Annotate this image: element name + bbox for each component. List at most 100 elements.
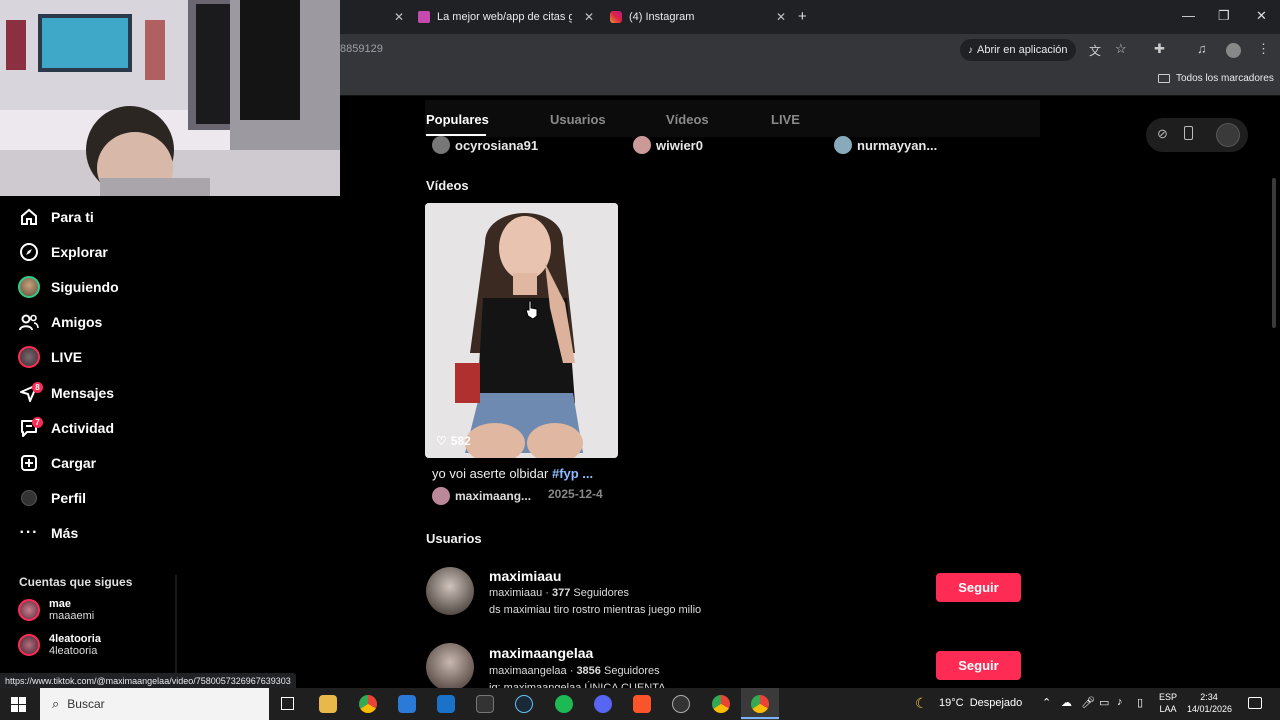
video-date: 2025-12-4 [548, 487, 603, 501]
folder-icon [1158, 74, 1170, 83]
file-explorer-icon[interactable] [319, 695, 337, 713]
sidebar-item-live[interactable]: LIVE [18, 343, 82, 371]
open-in-app-button[interactable]: ♪ Abrir en aplicación [960, 39, 1076, 61]
translate-icon[interactable]: 文 [1089, 42, 1101, 59]
minimize-button[interactable]: — [1182, 8, 1195, 23]
video-author[interactable]: maximaang... [432, 487, 531, 505]
hand-cursor-icon [525, 300, 538, 320]
user-name[interactable]: maximaangelaa [489, 645, 593, 661]
user-name[interactable]: maximiaau [489, 568, 561, 584]
menu-kebab-icon[interactable]: ⋮ [1257, 41, 1270, 57]
top-user[interactable]: nurmayyan... [834, 136, 937, 154]
obs-icon[interactable] [672, 695, 690, 713]
account-avatar [18, 599, 40, 621]
cloud-icon[interactable]: ☁ [1061, 696, 1072, 709]
chrome-active-icon[interactable] [751, 695, 769, 713]
browser-tab-instagram[interactable]: (4) Instagram ✕ [602, 4, 792, 30]
network-icon[interactable]: ▭ [1099, 696, 1109, 709]
video-caption[interactable]: yo voi aserte olbidar #fyp ... [432, 466, 593, 481]
tab-live[interactable]: LIVE [771, 112, 800, 127]
taskbar-search-box[interactable]: ⌕ Buscar [40, 688, 269, 720]
tab-populares[interactable]: Populares [426, 112, 489, 127]
device-icon[interactable] [1184, 126, 1193, 140]
tab-videos[interactable]: Vídeos [666, 112, 709, 127]
follow-button[interactable]: Seguir [936, 651, 1021, 680]
hashtag-link[interactable]: #fyp ... [552, 466, 593, 481]
top-user[interactable]: ocyrosiana91 [432, 136, 538, 154]
outlook-icon[interactable] [437, 695, 455, 713]
weather-text[interactable]: 19°C Despejado [939, 697, 1022, 709]
close-tab-icon[interactable]: ✕ [776, 10, 786, 24]
tab-title: La mejor web/app de citas grat [437, 11, 572, 23]
browser-tab-dating[interactable]: La mejor web/app de citas grat ✕ [410, 4, 600, 30]
browser-tab-current[interactable]: ✕ [340, 4, 410, 30]
profile-avatar-icon[interactable] [1226, 43, 1241, 58]
messages-icon: 8 [18, 382, 43, 404]
brave-icon[interactable] [633, 695, 651, 713]
window-close-button[interactable]: ✕ [1256, 8, 1267, 24]
chevron-up-icon[interactable]: ⌃ [1042, 696, 1051, 709]
sidebar-item-para-ti[interactable]: Para ti [18, 203, 94, 231]
restore-button[interactable]: ❐ [1218, 8, 1230, 24]
task-view-icon[interactable] [281, 697, 294, 710]
epic-games-icon[interactable] [476, 695, 494, 713]
all-bookmarks-button[interactable]: Todos los marcadores [1158, 73, 1274, 84]
following-account[interactable]: mae maaaemi [18, 598, 94, 622]
microphone-icon[interactable]: 🎤︎ [1081, 696, 1095, 709]
moon-weather-icon: ☾ [915, 695, 928, 711]
spotify-icon[interactable] [555, 695, 573, 713]
live-avatar [18, 346, 40, 368]
all-bookmarks-label: Todos los marcadores [1176, 73, 1274, 84]
user-avatar[interactable] [426, 567, 474, 615]
user-avatar[interactable] [1216, 123, 1240, 147]
sidebar-item-actividad[interactable]: 7 Actividad [18, 414, 114, 442]
address-bar-text[interactable]: 8859129 [340, 43, 383, 55]
battery-icon[interactable]: ▯ [1137, 696, 1143, 709]
compass-icon[interactable]: ⊘ [1157, 126, 1168, 142]
top-user[interactable]: wiwier0 [633, 136, 703, 154]
videos-section-title: Vídeos [426, 178, 469, 193]
close-tab-icon[interactable]: ✕ [394, 10, 404, 24]
sidebar-item-explorar[interactable]: Explorar [18, 238, 108, 266]
page-scrollbar[interactable] [1272, 178, 1276, 328]
windows-start-icon[interactable] [11, 697, 26, 712]
sidebar-item-label: Cargar [51, 455, 97, 471]
user-avatar[interactable] [426, 643, 474, 691]
clock[interactable]: 2:34 14/01/2026 [1187, 691, 1232, 715]
notifications-icon[interactable] [1248, 697, 1262, 709]
search-icon: ⌕ [52, 696, 60, 711]
sidebar-item-perfil[interactable]: Perfil [18, 484, 86, 512]
sidebar-item-amigos[interactable]: Amigos [18, 308, 102, 336]
chrome-profile-icon[interactable] [712, 695, 730, 713]
sidebar-scrollbar[interactable] [175, 575, 177, 675]
discord-icon[interactable] [594, 695, 612, 713]
sidebar-item-cargar[interactable]: Cargar [18, 449, 96, 477]
volume-icon[interactable]: ♪ [1117, 696, 1123, 708]
steam-icon[interactable] [515, 695, 533, 713]
sidebar-item-label: Perfil [51, 490, 87, 506]
video-thumbnail[interactable]: ♡ 582 [425, 203, 618, 458]
followers-label: Seguidores [603, 665, 660, 677]
activity-badge: 7 [32, 417, 43, 428]
author-avatar [432, 487, 450, 505]
extensions-icon[interactable]: ✚ [1154, 41, 1165, 57]
sidebar-item-mas[interactable]: ··· Más [18, 519, 79, 547]
sidebar-item-label: Amigos [51, 314, 103, 330]
account-handle: 4leatooria [49, 645, 98, 657]
bookmark-star-icon[interactable]: ☆ [1115, 41, 1127, 57]
sidebar-item-siguiendo[interactable]: Siguiendo [18, 273, 119, 301]
user-meta: maximiaau · 377 Seguidores [489, 587, 630, 599]
follow-button[interactable]: Seguir [936, 573, 1021, 602]
upload-icon [18, 452, 40, 474]
new-tab-button[interactable]: + [798, 8, 807, 25]
close-tab-icon[interactable]: ✕ [584, 10, 594, 24]
media-controls-icon[interactable]: ♫ [1197, 41, 1207, 56]
sidebar-item-mensajes[interactable]: 8 Mensajes [18, 379, 114, 407]
language-indicator[interactable]: ESP LAA [1159, 691, 1177, 715]
chrome-icon[interactable] [359, 695, 377, 713]
following-account[interactable]: 4leatooria 4leatooria [18, 633, 101, 657]
heart-icon: ♡ [436, 434, 447, 448]
following-section-title: Cuentas que sigues [19, 575, 133, 589]
store-icon[interactable] [398, 695, 416, 713]
tab-usuarios[interactable]: Usuarios [550, 112, 606, 127]
